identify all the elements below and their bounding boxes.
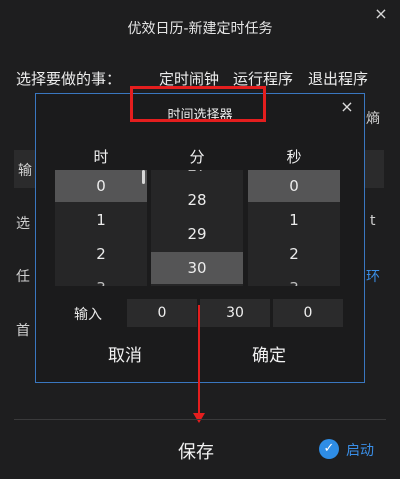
- background-right-link[interactable]: 环: [366, 266, 380, 286]
- minute-option[interactable]: 27: [151, 170, 243, 182]
- time-input-row: 输入 0 30 0: [36, 299, 364, 327]
- window-title: 优效日历-新建定时任务: [127, 21, 273, 37]
- annotation-arrow-line: [198, 305, 200, 417]
- footer-divider: [14, 419, 386, 420]
- hour-input[interactable]: 0: [127, 299, 197, 327]
- annotation-arrow-head-icon: [193, 413, 205, 423]
- save-button[interactable]: 保存: [178, 438, 214, 464]
- cancel-button[interactable]: 取消: [108, 341, 142, 366]
- minute-option[interactable]: 28: [151, 184, 243, 216]
- confirm-button[interactable]: 确定: [252, 341, 286, 366]
- background-right-text-1: 熵: [366, 111, 380, 127]
- minute-option[interactable]: 30: [151, 252, 243, 284]
- background-right-text-2: t: [370, 213, 376, 229]
- background-label-2: 选: [16, 216, 30, 232]
- hour-list[interactable]: 0 1 2 3: [55, 170, 147, 286]
- task-type-label: 选择要做的事：: [16, 70, 122, 88]
- start-label[interactable]: 启动: [346, 440, 374, 460]
- highlight-box: [130, 86, 266, 122]
- second-list[interactable]: 0 1 2 3: [248, 170, 340, 286]
- minute-column-header: 分: [189, 148, 205, 166]
- minute-input[interactable]: 30: [200, 299, 270, 327]
- hour-column-header: 时: [93, 148, 109, 166]
- task-option-exit-program[interactable]: 退出程序: [308, 68, 368, 89]
- second-option[interactable]: 1: [248, 204, 340, 236]
- time-picker-close-icon[interactable]: ×: [338, 98, 356, 116]
- second-option[interactable]: 3: [248, 272, 340, 286]
- hour-option[interactable]: 1: [55, 204, 147, 236]
- start-checkbox-icon[interactable]: ✓: [319, 439, 339, 459]
- background-label-1: 输: [18, 163, 32, 179]
- background-label-3: 任: [16, 269, 30, 285]
- second-column-header: 秒: [286, 148, 302, 166]
- second-option[interactable]: 0: [248, 170, 340, 202]
- minute-list[interactable]: 27 28 29 30: [151, 170, 243, 286]
- new-timed-task-window: 优效日历-新建定时任务 × 选择要做的事： 定时闹钟 运行程序 退出程序 输 选…: [0, 0, 400, 479]
- second-option[interactable]: 2: [248, 238, 340, 270]
- hour-scrollbar[interactable]: [142, 170, 145, 184]
- hour-option[interactable]: 3: [55, 272, 147, 286]
- second-input[interactable]: 0: [273, 299, 343, 327]
- hour-option[interactable]: 2: [55, 238, 147, 270]
- hour-option[interactable]: 0: [55, 170, 147, 202]
- window-close-icon[interactable]: ×: [372, 5, 390, 23]
- time-input-label: 输入: [74, 307, 102, 323]
- minute-option[interactable]: 29: [151, 218, 243, 250]
- time-picker-dialog: 时间选择器 × 时 分 秒 0 1 2 3 27 28 29 30 0 1 2 …: [35, 93, 365, 383]
- background-label-4: 首: [16, 323, 30, 339]
